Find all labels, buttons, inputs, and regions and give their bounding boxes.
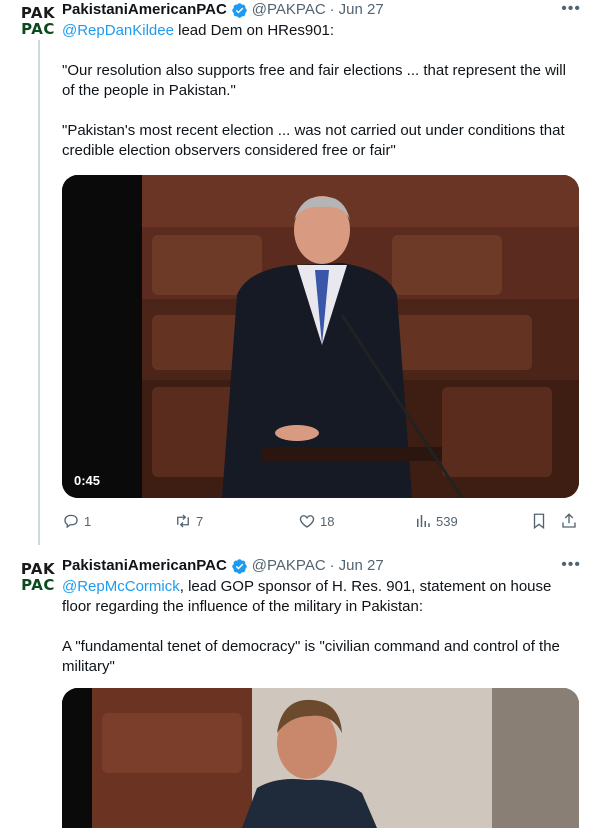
like-button[interactable]: 18: [298, 511, 334, 531]
tweet[interactable]: PAK PAC PakistaniAmericanPAC @PAKPAC · J…: [0, 556, 599, 828]
handle[interactable]: @PAKPAC: [252, 556, 326, 576]
verified-badge-icon: [232, 558, 247, 574]
more-icon[interactable]: •••: [561, 556, 581, 574]
text-paragraph: "Our resolution also supports free and f…: [62, 62, 566, 99]
display-name[interactable]: PakistaniAmericanPAC: [62, 0, 227, 20]
share-icon: [562, 513, 576, 528]
text-paragraph: A "fundamental tenet of democracy" is "c…: [62, 638, 560, 675]
more-icon[interactable]: •••: [561, 0, 581, 18]
video-duration: 0:45: [74, 473, 101, 488]
repost-icon: [177, 514, 189, 528]
like-icon: [299, 515, 315, 528]
tweet[interactable]: PAK PAC PakistaniAmericanPAC @PAKPAC · J…: [0, 0, 599, 545]
avatar[interactable]: PAK PAC: [17, 0, 59, 42]
avatar-text-top: PAK: [20, 4, 56, 22]
display-name[interactable]: PakistaniAmericanPAC: [62, 556, 227, 576]
text-line: lead Dem on HRes901:: [173, 22, 335, 39]
video-player[interactable]: 0:45: [62, 175, 579, 498]
tweet-header: PakistaniAmericanPAC @PAKPAC · Jun 27: [62, 556, 384, 576]
verified-badge-icon: [232, 2, 247, 18]
video-player[interactable]: [62, 688, 579, 828]
bookmark-button[interactable]: [530, 511, 548, 531]
avatar[interactable]: PAK PAC: [17, 556, 59, 598]
view-count: 539: [436, 513, 458, 529]
mention-link[interactable]: @RepMcCormick: [62, 578, 180, 595]
avatar-text-top: PAK: [20, 560, 56, 578]
thread-connector: [38, 40, 40, 545]
video-thumbnail: [62, 688, 579, 828]
tweet-actions: 1 7 18 539: [62, 511, 582, 531]
mention-link[interactable]: @RepDanKildee: [62, 22, 174, 39]
timestamp[interactable]: Jun 27: [339, 556, 384, 576]
text-paragraph: "Pakistan's most recent election ... was…: [62, 122, 565, 159]
separator-dot: ·: [329, 1, 335, 18]
tweet-text: @RepMcCormick, lead GOP sponsor of H. Re…: [62, 577, 572, 677]
share-button[interactable]: [560, 511, 578, 531]
separator-dot: ·: [329, 557, 335, 574]
bookmark-icon: [533, 513, 545, 530]
views-button[interactable]: 539: [414, 511, 458, 531]
handle[interactable]: @PAKPAC: [252, 0, 326, 20]
tweet-text: @RepDanKildee lead Dem on HRes901: "Our …: [62, 21, 572, 161]
tweet-header: PakistaniAmericanPAC @PAKPAC · Jun 27: [62, 0, 384, 20]
reply-icon: [64, 514, 78, 529]
reply-button[interactable]: 1: [62, 511, 91, 531]
timestamp[interactable]: Jun 27: [339, 0, 384, 20]
reply-count: 1: [84, 513, 92, 529]
repost-count: 7: [196, 513, 204, 529]
like-count: 18: [320, 513, 335, 529]
video-thumbnail: [62, 175, 579, 498]
avatar-text-bottom: PAC: [21, 576, 55, 594]
views-icon: [417, 515, 430, 527]
avatar-text-bottom: PAC: [21, 20, 55, 38]
repost-button[interactable]: 7: [174, 511, 203, 531]
